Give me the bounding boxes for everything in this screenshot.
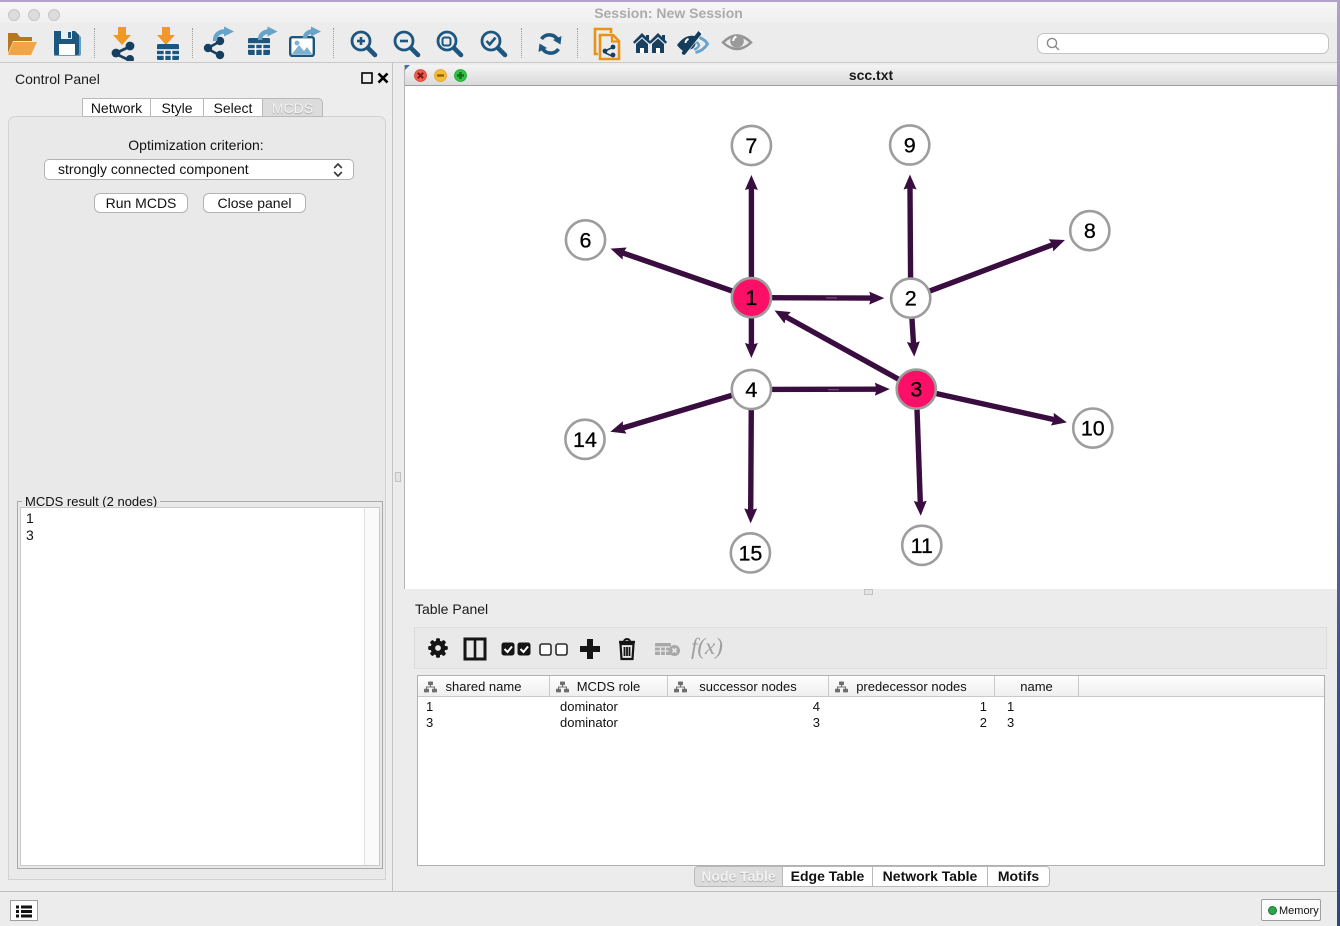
svg-text:10: 10 bbox=[1081, 417, 1105, 441]
svg-text:4: 4 bbox=[745, 378, 757, 402]
svg-text:3: 3 bbox=[910, 378, 922, 402]
svg-text:15: 15 bbox=[738, 541, 762, 565]
svg-text:14: 14 bbox=[573, 428, 597, 452]
svg-text:7: 7 bbox=[745, 134, 757, 158]
svg-text:8: 8 bbox=[1084, 219, 1096, 243]
svg-text:9: 9 bbox=[904, 134, 916, 158]
svg-text:2: 2 bbox=[905, 287, 917, 311]
svg-text:1: 1 bbox=[745, 286, 757, 310]
svg-text:6: 6 bbox=[580, 228, 592, 252]
svg-text:11: 11 bbox=[911, 534, 933, 558]
